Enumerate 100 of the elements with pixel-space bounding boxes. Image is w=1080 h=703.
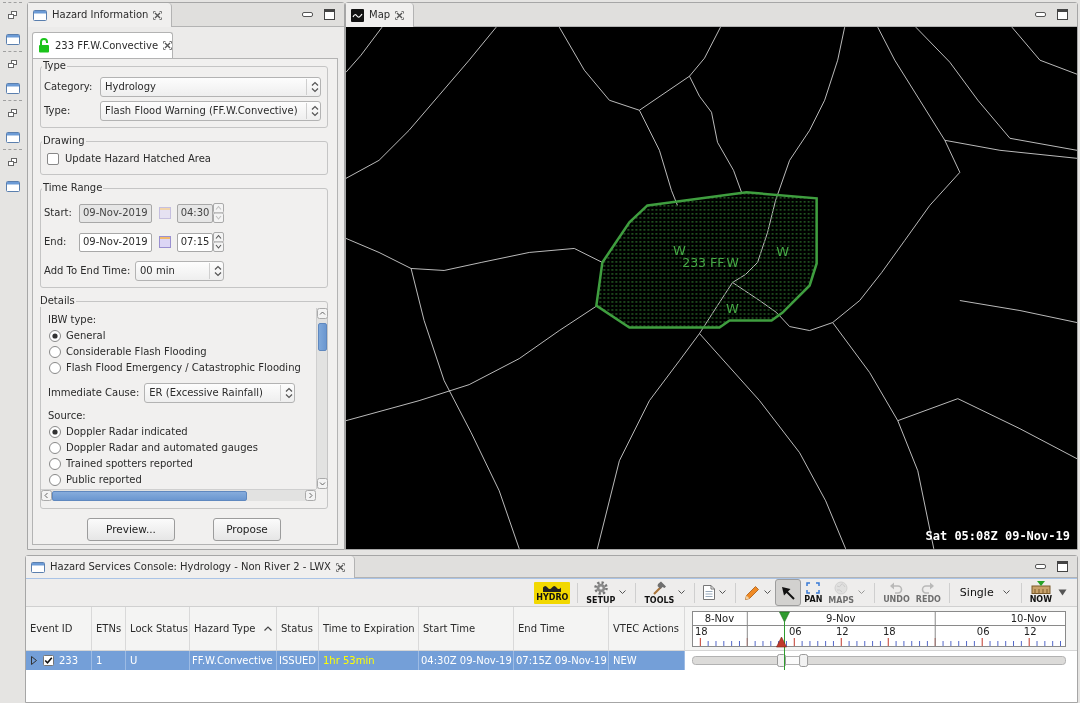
column-header[interactable]: Hazard Type — [190, 607, 277, 650]
vertical-scrollbar[interactable] — [316, 308, 327, 489]
tools-button[interactable]: TOOLS — [641, 579, 690, 606]
column-header[interactable]: Status — [277, 607, 319, 650]
horizontal-scrollbar[interactable] — [41, 489, 316, 501]
radio-label[interactable]: Considerable Flash Flooding — [66, 346, 207, 358]
radio-button[interactable] — [49, 474, 61, 486]
field-label: Category: — [44, 81, 94, 93]
minimize-icon[interactable] — [302, 12, 313, 17]
calendar-icon[interactable] — [158, 236, 171, 248]
restore-icon[interactable] — [8, 109, 17, 117]
close-icon[interactable] — [395, 10, 405, 20]
hazard-marker-label: W — [726, 300, 739, 316]
table-cell: FF.W.Convective — [190, 651, 277, 670]
section-label: IBW type: — [48, 313, 98, 327]
hazard-polygon[interactable] — [595, 191, 818, 329]
radio-button[interactable] — [49, 362, 61, 374]
setup-button[interactable]: SETUP — [583, 579, 631, 606]
dropdown[interactable]: Flash Flood Warning (FF.W.Convective) — [100, 101, 321, 121]
preview-button[interactable]: Preview... — [87, 518, 175, 541]
radio-button[interactable] — [49, 442, 61, 454]
maximize-icon[interactable] — [1057, 561, 1068, 572]
time-handle[interactable] — [799, 654, 809, 667]
hazard-tab[interactable]: 233 FF.W.Convective — [32, 32, 173, 58]
up-down-arrows-icon — [209, 263, 223, 279]
maximize-icon[interactable] — [324, 9, 335, 20]
checkbox[interactable] — [43, 655, 54, 666]
close-icon[interactable] — [153, 10, 163, 20]
restore-icon[interactable] — [8, 11, 17, 19]
column-header[interactable]: Lock Status — [126, 607, 190, 650]
timeline-now-icon — [1030, 581, 1051, 594]
waves-icon — [543, 584, 562, 592]
field-label: Immediate Cause: — [48, 386, 140, 399]
dropdown[interactable]: ER (Excessive Rainfall) — [144, 382, 296, 403]
up-down-arrows-icon — [306, 79, 320, 95]
column-header[interactable]: Time to Expiration — [319, 607, 419, 650]
column-header[interactable]: Event ID — [26, 607, 92, 650]
hour-label: 18 — [694, 626, 708, 637]
column-header[interactable]: End Time — [514, 607, 609, 650]
checkbox-label[interactable]: Update Hazard Hatched Area — [65, 153, 211, 165]
globe-icon — [834, 580, 849, 595]
propose-button[interactable]: Propose — [213, 518, 281, 541]
hydro-button[interactable]: HYDRO — [534, 581, 571, 604]
maximize-icon[interactable] — [1057, 9, 1068, 20]
scrollbar-thumb[interactable] — [52, 490, 247, 501]
expand-triangle-icon[interactable] — [31, 656, 38, 665]
field-label: Start: — [44, 207, 73, 219]
minimize-icon[interactable] — [1035, 12, 1046, 17]
dropdown[interactable]: Hydrology — [100, 77, 321, 97]
restore-icon[interactable] — [8, 158, 17, 166]
radio-button[interactable] — [49, 426, 61, 438]
hour-label: 12 — [835, 626, 849, 637]
panel-tab[interactable]: Hazard Information — [28, 3, 173, 27]
radio-label[interactable]: General — [66, 330, 106, 342]
date-field[interactable]: 09-Nov-2019 — [79, 232, 152, 252]
radio-button[interactable] — [49, 330, 61, 342]
radio-label[interactable]: Flash Flood Emergency / Catastrophic Flooding — [66, 362, 301, 374]
column-header[interactable]: Start Time — [419, 607, 514, 650]
hour-label: 06 — [976, 626, 990, 637]
radio-label[interactable]: Doppler Radar and automated gauges — [66, 442, 258, 454]
scrollbar-thumb[interactable] — [317, 323, 327, 351]
select-tool-button[interactable] — [775, 579, 802, 606]
time-handle[interactable] — [777, 654, 786, 667]
close-icon[interactable] — [163, 41, 173, 50]
window-icon — [33, 9, 47, 21]
map-timestamp: Sat 05:08Z 09-Nov-19 — [925, 528, 1070, 543]
start-time-marker[interactable] — [776, 636, 787, 648]
minimize-icon[interactable] — [1035, 564, 1046, 569]
field-label: End: — [44, 236, 68, 248]
column-header[interactable]: ETNs — [92, 607, 126, 650]
restore-icon[interactable] — [8, 60, 17, 68]
table-cell: U — [126, 651, 190, 670]
window-icon[interactable] — [5, 82, 20, 94]
table-cell: 1hr 53min — [319, 651, 419, 670]
checkbox[interactable] — [47, 153, 59, 165]
map-icon — [351, 8, 364, 22]
panel-tab[interactable]: Hazard Services Console: Hydrology - Non River 2 - LWX — [26, 556, 355, 578]
current-time-marker[interactable] — [779, 611, 790, 651]
radio-button[interactable] — [49, 346, 61, 358]
caret-icon — [719, 590, 728, 595]
window-icon[interactable] — [5, 33, 20, 45]
pan-button[interactable]: PAN — [801, 579, 826, 606]
spinner-arrows-icon[interactable] — [213, 232, 225, 252]
column-header[interactable]: VTEC Actions — [609, 607, 685, 650]
window-icon[interactable] — [5, 180, 20, 192]
mode-dropdown[interactable]: Single — [954, 579, 1016, 606]
dropdown[interactable]: 00 min — [135, 261, 224, 281]
window-icon[interactable] — [5, 131, 20, 143]
undo-icon — [889, 581, 904, 594]
radio-label[interactable]: Public reported — [66, 474, 142, 486]
caret-icon — [678, 590, 687, 595]
now-button[interactable]: NOW — [1026, 579, 1055, 606]
time-field[interactable]: 07:15 — [176, 232, 214, 252]
close-icon[interactable] — [335, 562, 345, 572]
radio-label[interactable]: Trained spotters reported — [66, 458, 193, 470]
dropdown-triangle-icon — [1058, 589, 1067, 596]
radio-button[interactable] — [49, 458, 61, 470]
panel-tab[interactable]: Map — [346, 3, 415, 27]
radio-label[interactable]: Doppler Radar indicated — [66, 426, 188, 438]
group-label: Details — [39, 295, 76, 307]
